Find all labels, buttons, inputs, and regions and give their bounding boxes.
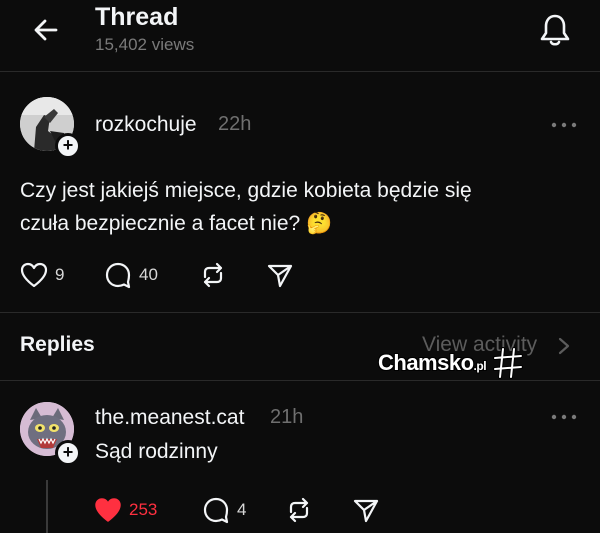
reply-comment-count: 4 xyxy=(237,500,247,519)
reply-follow-plus-icon[interactable]: + xyxy=(55,440,81,466)
reply-body-text: Sąd rodzinny xyxy=(95,440,218,463)
chevron-right-icon[interactable] xyxy=(557,336,571,356)
reply-author-username[interactable]: the.meanest.cat xyxy=(95,406,244,430)
reply-timestamp: 21h xyxy=(270,406,304,428)
back-arrow-icon[interactable] xyxy=(30,14,62,46)
section-divider xyxy=(0,312,600,313)
post-timestamp: 22h xyxy=(218,113,252,135)
comment-bubble-icon xyxy=(203,497,229,524)
reply-share-icon[interactable] xyxy=(352,496,380,524)
watermark-hash-icon xyxy=(493,347,523,379)
post-body-text: Czy jest jakiejś miejsce, gdzie kobieta … xyxy=(20,179,472,235)
view-count: 15,402 views xyxy=(95,35,195,54)
reply-more-options-icon[interactable] xyxy=(551,413,577,421)
thread-header: Thread 15,402 views xyxy=(0,0,600,72)
watermark-brand: Chamsko xyxy=(378,350,474,375)
reply-divider xyxy=(0,380,600,381)
comment-bubble-icon xyxy=(105,262,131,289)
share-icon[interactable] xyxy=(266,261,294,289)
page-title: Thread xyxy=(95,3,179,31)
replies-heading: Replies xyxy=(20,333,95,356)
more-options-icon[interactable] xyxy=(551,121,577,129)
watermark-logo: Chamsko.pl xyxy=(378,350,487,376)
like-count: 9 xyxy=(55,265,65,284)
follow-plus-icon[interactable]: + xyxy=(55,133,81,159)
comment-button[interactable]: 40 xyxy=(104,260,158,290)
heart-icon xyxy=(20,262,48,288)
reply-repost-icon[interactable] xyxy=(285,496,313,524)
like-button[interactable]: 9 xyxy=(20,260,64,290)
reply-like-count: 253 xyxy=(129,500,158,519)
thread-connector-line xyxy=(46,480,48,533)
heart-filled-icon xyxy=(95,498,121,522)
post-author-username[interactable]: rozkochuje xyxy=(95,113,197,137)
reply-like-button[interactable]: 253 xyxy=(94,495,157,525)
reply-comment-button[interactable]: 4 xyxy=(202,495,246,525)
watermark-suffix: .pl xyxy=(473,359,487,373)
bell-icon[interactable] xyxy=(538,12,572,48)
repost-icon[interactable] xyxy=(199,261,227,289)
comment-count: 40 xyxy=(139,265,158,284)
